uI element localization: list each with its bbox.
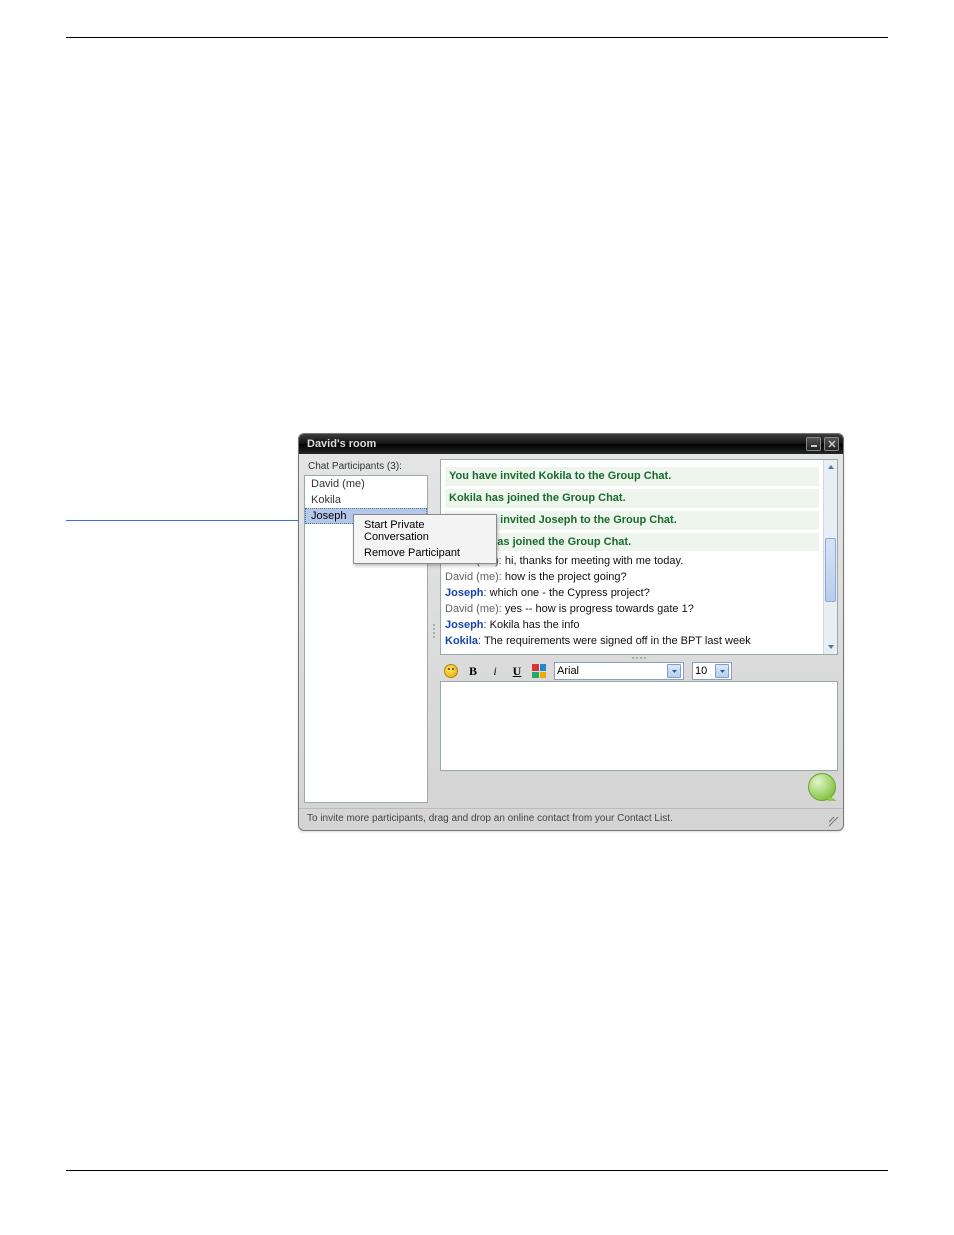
send-row: [440, 771, 838, 803]
chat-message: Joseph: Kokila has the info: [445, 618, 819, 633]
scrollbar[interactable]: [823, 460, 837, 654]
footer-tip: To invite more participants, drag and dr…: [299, 808, 843, 830]
main-column: You have invited Kokila to the Group Cha…: [440, 459, 838, 803]
message-text: Kokila has the info: [490, 619, 580, 631]
callout-line: [66, 520, 309, 521]
footer-tip-text: To invite more participants, drag and dr…: [307, 813, 673, 824]
message-text: yes -- how is progress towards gate 1?: [505, 603, 694, 615]
participant-item[interactable]: David (me): [305, 476, 427, 492]
message-text: how is the project going?: [505, 571, 627, 583]
emoji-icon[interactable]: [444, 664, 458, 678]
menu-item-remove-participant[interactable]: Remove Participant: [356, 545, 494, 561]
message-text: hi, thanks for meeting with me today.: [505, 555, 683, 567]
chat-message: David (me): how is the project going?: [445, 570, 819, 585]
message-text: which one - the Cypress project?: [490, 587, 650, 599]
scroll-down-button[interactable]: [824, 640, 837, 654]
message-text: The requirements were signed off in the …: [484, 635, 751, 647]
chevron-down-icon: [715, 664, 729, 678]
sender-label: David (me): [445, 571, 499, 583]
system-message: You have invited Joseph to the Group Cha…: [445, 511, 819, 530]
splitter-handle-icon: [433, 624, 436, 638]
participant-item[interactable]: Kokila: [305, 492, 427, 508]
sender-label: Joseph: [445, 619, 484, 631]
close-button[interactable]: [824, 437, 839, 451]
font-size-value: 10: [695, 665, 707, 677]
top-rule: [66, 37, 888, 38]
bold-button[interactable]: B: [466, 664, 480, 678]
chat-message: David (me): yes -- how is progress towar…: [445, 602, 819, 617]
chevron-down-icon: [667, 664, 681, 678]
system-message: You have invited Kokila to the Group Cha…: [445, 467, 819, 486]
sidebar: Chat Participants (3): David (me) Kokila…: [304, 459, 428, 803]
conversation-box: You have invited Kokila to the Group Cha…: [440, 459, 838, 655]
minimize-button[interactable]: [806, 437, 821, 451]
message-input[interactable]: [440, 681, 838, 771]
vertical-splitter[interactable]: [432, 459, 436, 803]
italic-button[interactable]: i: [488, 664, 502, 678]
window-title: David's room: [307, 438, 803, 450]
bottom-rule: [66, 1170, 888, 1171]
system-message: Joseph has joined the Group Chat.: [445, 533, 819, 552]
format-toolbar: B i U Arial 10: [440, 661, 838, 681]
sender-label: Kokila: [445, 635, 478, 647]
send-button[interactable]: [808, 773, 836, 801]
chat-message: Joseph: which one - the Cypress project?: [445, 586, 819, 601]
chat-window: David's room Chat Participants (3): Davi…: [298, 433, 844, 831]
sender-label: Joseph: [445, 587, 484, 599]
font-size-select[interactable]: 10: [692, 662, 732, 680]
system-message: Kokila has joined the Group Chat.: [445, 489, 819, 508]
scroll-track[interactable]: [824, 474, 837, 640]
sender-label: David (me): [445, 603, 499, 615]
chat-message: Kokila: The requirements were signed off…: [445, 634, 819, 649]
menu-item-start-private-conversation[interactable]: Start Private Conversation: [356, 517, 494, 545]
scroll-thumb[interactable]: [825, 538, 836, 602]
scroll-up-button[interactable]: [824, 460, 837, 474]
body-area: Chat Participants (3): David (me) Kokila…: [299, 454, 843, 808]
context-menu: Start Private Conversation Remove Partic…: [353, 514, 497, 564]
participants-label: Chat Participants (3):: [304, 459, 428, 475]
titlebar: David's room: [299, 434, 843, 454]
resize-grip-icon[interactable]: [829, 817, 839, 827]
font-select-value: Arial: [557, 665, 579, 677]
underline-button[interactable]: U: [510, 664, 524, 678]
conversation-scroll: You have invited Kokila to the Group Cha…: [441, 460, 823, 654]
font-select[interactable]: Arial: [554, 662, 684, 680]
color-picker-icon[interactable]: [532, 664, 546, 678]
chat-message: David (me): hi, thanks for meeting with …: [445, 554, 819, 569]
splitter-handle-icon: [632, 657, 646, 660]
